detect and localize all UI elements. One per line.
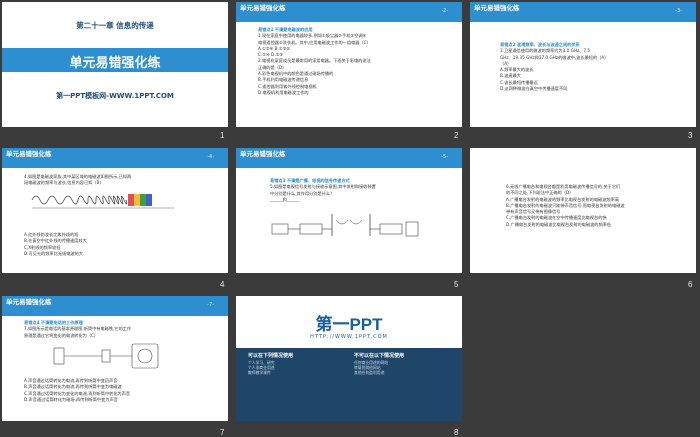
slide-number: 8	[454, 428, 459, 437]
usage-col-2: 任何商业用途的网站 转载到其他网站 其他任何盈利用途	[354, 360, 388, 376]
logo-text: 第一PPT	[315, 315, 383, 334]
logo-url: HTTP://WWW.1PPT.COM	[310, 334, 388, 340]
slide-number: 1	[220, 131, 225, 140]
footer-text: 第一PPT模板网-WWW.1PPT.COM	[56, 92, 174, 100]
slide-body: 4.如图是电磁波家族,其中某区域的电磁波如图所示,已知两 段电磁波的频率与波长,信…	[24, 174, 218, 187]
text-line: 其他任何盈利用途	[354, 370, 385, 376]
slide-number: 5	[454, 280, 459, 289]
slide-body: 易错点4 不清楚电话的工作原理 7.如图所示是电话的基本原理图,听筒中有电磁铁,它…	[24, 320, 218, 339]
slide-header: 单元易错强化练 -2-	[236, 2, 462, 22]
slide-header: 单元易错强化练 -3-	[470, 2, 696, 22]
slide-thumbnail-7[interactable]: 单元易错强化练 -7- 易错点4 不清楚电话的工作原理 7.如图所示是电话的基本原理…	[2, 296, 228, 421]
text-line: D.这四种微波在真空中传播速度不同	[500, 86, 568, 92]
slide-thumbnail-6[interactable]: 6.无线广播电台和电视台都是利用电磁波传播信号的,关于它们 的不同之处,下列说法中…	[470, 148, 696, 273]
text-line: D.可见光的频率比无线电波的大	[24, 250, 83, 256]
text-line: D.广播电台发射的电磁波比电视台发射的电磁波的频率低	[506, 221, 612, 227]
slide-options: A.声音通过话筒转化为电流,再传到听筒中变回声音 B.声音通过话筒转化为电流,再传…	[24, 378, 218, 403]
slide-title: 单元易错强化练	[69, 56, 161, 71]
slide-thumbnail-2[interactable]: 单元易错强化练 -2- 易错点1 不清楚电磁波的应用 1.现在家庭中使用的电器较多,…	[236, 2, 462, 127]
chapter-title: 第二十一章 信息的传递	[76, 21, 154, 30]
slide-thumbnail-3[interactable]: 单元易错强化练 -3- 易错点2 混淆频率、波长与波速之间的关系 3.卫星通信使用的…	[470, 2, 696, 127]
slide-body: 6.无线广播电台和电视台都是利用电磁波传播信号的,关于它们 的不同之处,下列说法中…	[506, 184, 690, 228]
slide-thumbnail-8[interactable]: 第一PPT HTTP://WWW.1PPT.COM 可以在下列情况使用 不可以在…	[236, 296, 462, 421]
tv-signal-diagram	[271, 214, 419, 237]
slide-thumbnail-1[interactable]: 第二十一章 信息的传递 单元易错强化练 第一PPT模板网-WWW.1PPT.CO…	[2, 2, 228, 127]
slide-body: 易错点2 混淆频率、波长与波速之间的关系 3.卫星通信使用的微波的频率约为3.0 …	[500, 42, 686, 92]
slide-thumbnail-5[interactable]: 单元易错强化练 -5- 易错点3 不清楚广播、电视的信号传递方式 5.如图是电视信号…	[236, 148, 462, 273]
slide-body: 易错点1 不清楚电磁波的应用 1.现在家庭中使用的电器较多,例如①吸尘器②手机③空…	[258, 27, 452, 96]
slide-number: 4	[220, 280, 225, 289]
slide-number: 2	[454, 131, 459, 140]
text-line: D.电视机利用电磁波工作的	[258, 89, 309, 95]
slide-thumbnail-4[interactable]: 单元易错强化练 -4- 4.如图是电磁波家族,其中某区域的电磁波如图所示,已知两段…	[2, 148, 228, 273]
slide-options: A.红外线的波长比紫外线的短 B.在真空中红外线的传播速度较大 C.X射线的频率较低…	[24, 232, 218, 257]
slide-header: 单元易错强化练 -5-	[236, 148, 462, 168]
slide-number: 3	[688, 131, 693, 140]
spectrum-diagram	[31, 194, 174, 209]
slide-number: 6	[688, 280, 693, 289]
telephone-diagram	[53, 343, 159, 369]
slide-body: 易错点3 不清楚广播、电视的信号传递方式 5.如图是电视信号发射与接收示意图,其中…	[270, 178, 452, 203]
slide-sorter-view: 第二十一章 信息的传递 单元易错强化练 第一PPT模板网-WWW.1PPT.CO…	[0, 0, 700, 437]
text-line: D.声音通过话筒转化为磁场,再传到听筒中变为声音	[24, 396, 118, 402]
text-line: ______和______	[270, 196, 300, 202]
slide-header: 单元易错强化练 -4-	[2, 148, 228, 168]
text-line: 原理是通过它将变化的电流转化为（C）	[24, 332, 99, 338]
text-line: 段电磁波的频率与波长,信息内容已知（B）	[24, 180, 104, 186]
text-line: 教师教学课件	[248, 370, 271, 376]
slide-header: 单元易错强化练 -7-	[2, 296, 228, 316]
usage-col-1-title: 可以在下列情况使用	[248, 353, 294, 359]
slide-number: 7	[220, 428, 225, 437]
usage-col-2-title: 不可以在以下情况使用	[354, 353, 405, 359]
usage-col-1: 个人学习、研究 个人非商业用途 教师教学课件	[248, 360, 275, 376]
